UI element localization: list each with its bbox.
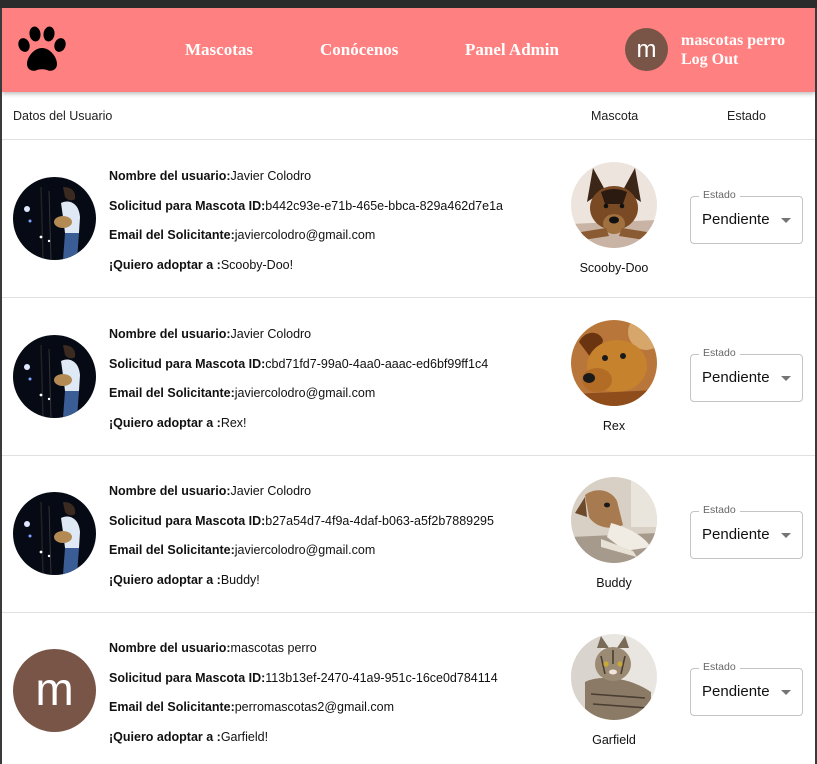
pet-name: Buddy <box>596 576 632 590</box>
label-adopt: ¡Quiero adoptar a : <box>109 257 221 272</box>
user-name-value: Javier Colodro <box>230 327 312 341</box>
label-user-name: Nombre del usuario: <box>109 641 231 655</box>
status-select-value: Pendiente <box>702 211 770 228</box>
pet-id-value: 113b13ef-2470-41a9-951c-16ce0d784114 <box>265 670 498 685</box>
arrow-drop-down-icon <box>781 218 791 223</box>
status-select-label: Estado <box>699 347 740 359</box>
user-info: Nombre del usuario:Javier Colodro Solici… <box>109 327 488 445</box>
label-adopt: ¡Quiero adoptar a : <box>109 415 221 430</box>
pet-name: Garfield <box>592 733 636 747</box>
app-header: Mascotas Conócenos Panel Admin m mascota… <box>2 8 815 92</box>
email-value: javiercolodro@gmail.com <box>234 543 376 557</box>
label-user-name: Nombre del usuario: <box>109 484 231 498</box>
arrow-drop-down-icon <box>781 376 791 381</box>
table-row: Nombre del usuario:Javier Colodro Solici… <box>2 299 815 456</box>
user-avatar-letter: m <box>13 649 96 732</box>
user-photo <box>13 177 96 260</box>
email-value: javiercolodro@gmail.com <box>234 228 376 242</box>
label-request-id: Solicitud para Mascota ID: <box>109 670 266 685</box>
column-header-pet: Mascota <box>591 109 639 123</box>
user-name-value: Javier Colodro <box>230 169 312 183</box>
user-name-value: mascotas perro <box>230 641 317 655</box>
paw-icon[interactable] <box>14 24 70 74</box>
nav-mascotas[interactable]: Mascotas <box>185 40 253 60</box>
status-select-label: Estado <box>699 504 740 516</box>
user-info: Nombre del usuario:Javier Colodro Solici… <box>109 484 494 602</box>
adopt-value: Rex! <box>220 415 247 430</box>
status-select[interactable]: Estado Pendiente <box>690 504 803 559</box>
pet-photo <box>571 634 657 720</box>
user-name: mascotas perro <box>681 32 786 49</box>
label-user-name: Nombre del usuario: <box>109 327 231 341</box>
status-select-value: Pendiente <box>702 369 770 386</box>
user-photo <box>13 335 96 418</box>
pet-id-value: b442c93e-e71b-465e-bbca-829a462d7e1a <box>265 198 503 213</box>
user-info: Nombre del usuario:Javier Colodro Solici… <box>109 169 503 287</box>
status-select-label: Estado <box>699 189 740 201</box>
page: Mascotas Conócenos Panel Admin m mascota… <box>2 8 815 764</box>
pet-name: Rex <box>602 419 626 433</box>
label-adopt: ¡Quiero adoptar a : <box>109 572 221 587</box>
pet-id-value: b27a54d7-4f9a-4daf-b063-a5f2b7889295 <box>265 513 494 528</box>
pet-id-value: cbd71fd7-99a0-4aa0-aaac-ed6bf99ff1c4 <box>265 356 489 371</box>
label-request-id: Solicitud para Mascota ID: <box>109 513 266 528</box>
email-value: perromascotas2@gmail.com <box>234 700 395 714</box>
status-select[interactable]: Estado Pendiente <box>690 661 803 716</box>
pet-photo <box>571 162 657 248</box>
browser-frame: Mascotas Conócenos Panel Admin m mascota… <box>0 0 817 764</box>
column-header-user: Datos del Usuario <box>13 109 113 123</box>
nav-panel-admin[interactable]: Panel Admin <box>465 40 559 60</box>
pet-photo <box>571 477 657 563</box>
status-select[interactable]: Estado Pendiente <box>690 189 803 244</box>
label-email: Email del Solicitante: <box>109 543 235 557</box>
table-row: Nombre del usuario:Javier Colodro Solici… <box>2 456 815 613</box>
label-email: Email del Solicitante: <box>109 700 235 714</box>
user-name-value: Javier Colodro <box>230 484 312 498</box>
column-header-state: Estado <box>727 109 766 123</box>
user-info: Nombre del usuario:mascotas perro Solici… <box>109 641 498 759</box>
label-adopt: ¡Quiero adoptar a : <box>109 729 221 744</box>
window-top-strip <box>0 0 817 8</box>
status-select-value: Pendiente <box>702 683 770 700</box>
logout-link[interactable]: Log Out <box>681 51 738 69</box>
label-email: Email del Solicitante: <box>109 386 235 400</box>
label-email: Email del Solicitante: <box>109 228 235 242</box>
adopt-value: Buddy! <box>220 572 260 587</box>
arrow-drop-down-icon <box>781 533 791 538</box>
label-request-id: Solicitud para Mascota ID: <box>109 198 266 213</box>
pet-name: Scooby-Doo <box>579 261 649 275</box>
adopt-value: Scooby-Doo! <box>220 257 294 272</box>
email-value: javiercolodro@gmail.com <box>234 386 376 400</box>
adopt-value: Garfield! <box>220 729 269 744</box>
status-select[interactable]: Estado Pendiente <box>690 347 803 402</box>
table-header: Datos del Usuario Mascota Estado <box>2 92 815 140</box>
status-select-value: Pendiente <box>702 526 770 543</box>
table-row: m Nombre del usuario:mascotas perro Soli… <box>2 613 815 764</box>
label-user-name: Nombre del usuario: <box>109 169 231 183</box>
table-row: Nombre del usuario:Javier Colodro Solici… <box>2 141 815 298</box>
status-select-label: Estado <box>699 661 740 673</box>
nav-conocenos[interactable]: Conócenos <box>320 40 398 60</box>
arrow-drop-down-icon <box>781 690 791 695</box>
label-request-id: Solicitud para Mascota ID: <box>109 356 266 371</box>
user-photo <box>13 492 96 575</box>
user-avatar[interactable]: m <box>625 28 668 71</box>
pet-photo <box>571 320 657 406</box>
